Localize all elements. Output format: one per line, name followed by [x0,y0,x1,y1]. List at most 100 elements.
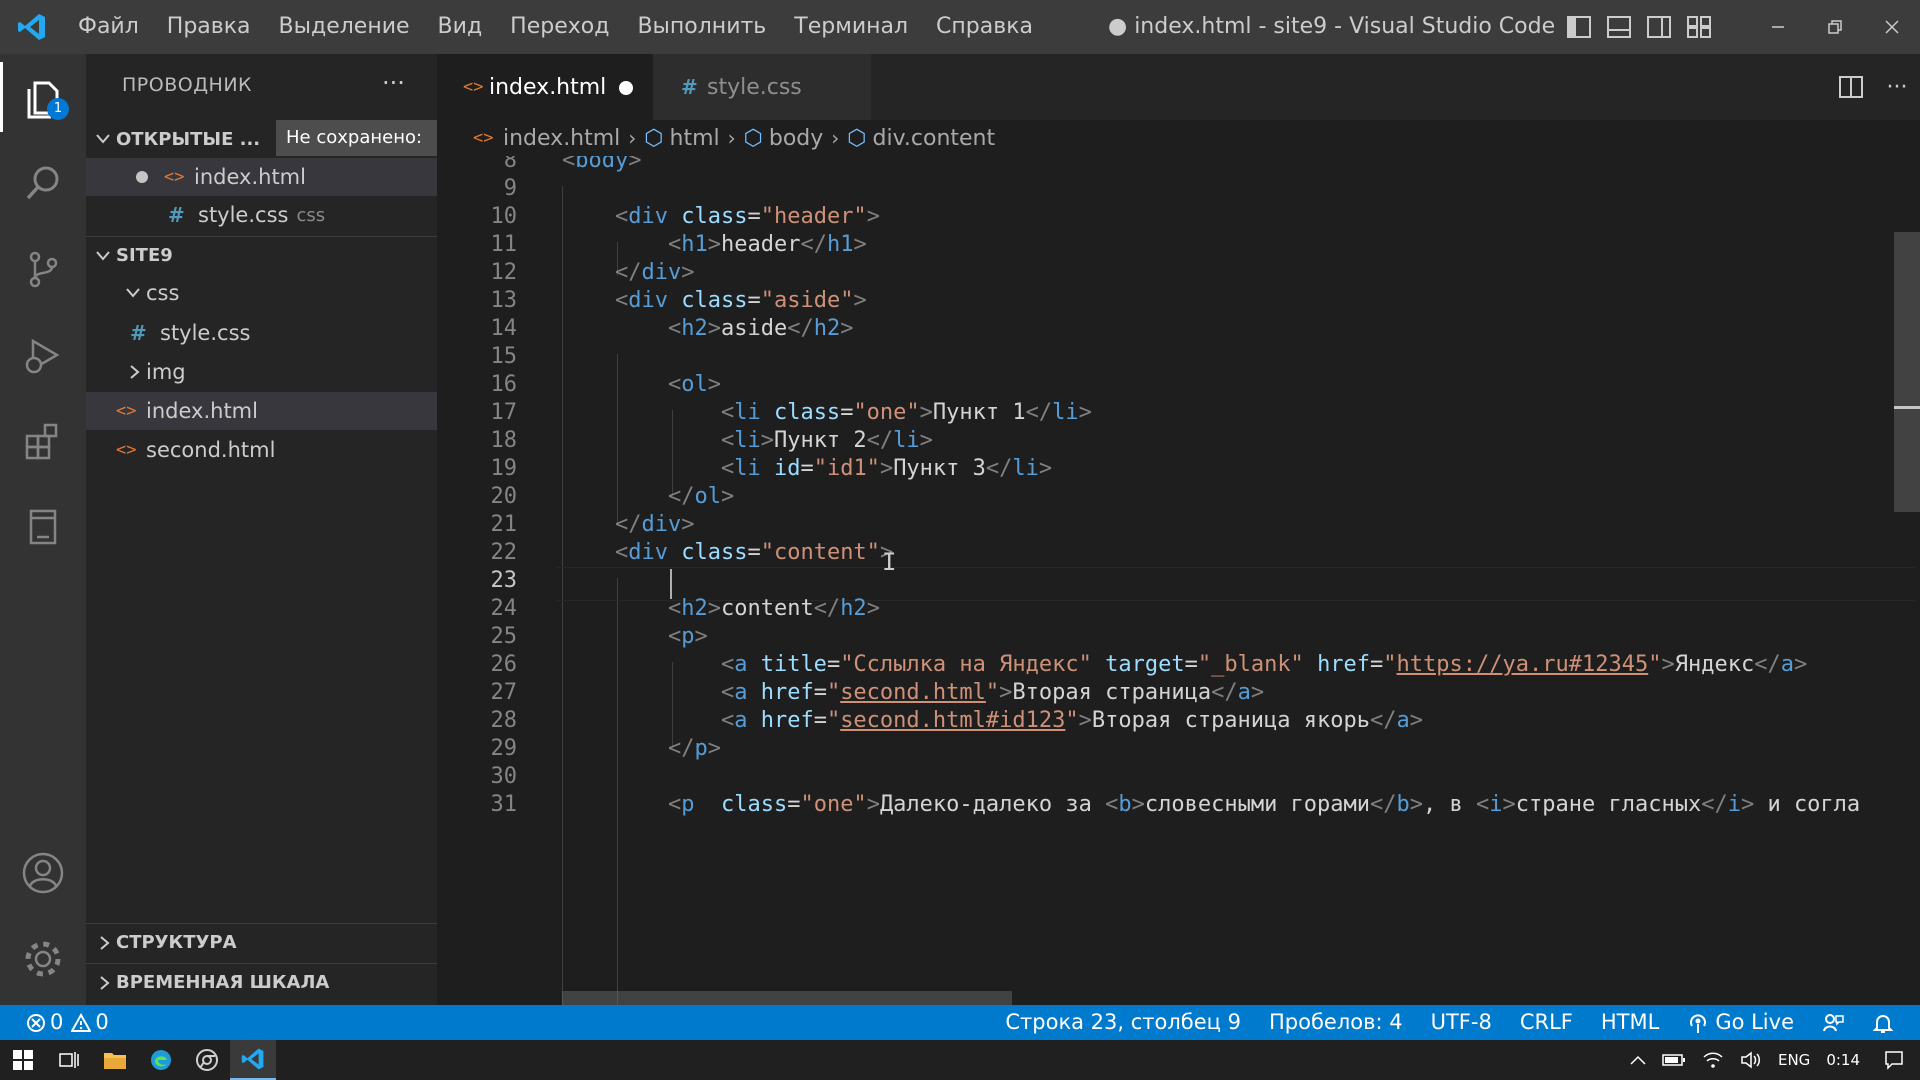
split-editor-icon[interactable] [1828,54,1874,120]
file-index-html[interactable]: <> index.html [86,392,437,430]
edge-browser-icon[interactable] [138,1040,184,1080]
toggle-panel-icon[interactable] [1599,0,1639,54]
windows-start-icon[interactable] [0,1040,46,1080]
element-cube-icon: ⬡ [743,125,763,151]
folder-css[interactable]: css [86,274,437,312]
file-style-css[interactable]: # style.css [86,314,437,352]
menu-run[interactable]: Выполнить [623,7,780,47]
task-view-icon[interactable] [46,1040,92,1080]
close-window-icon[interactable] [1863,0,1920,54]
toggle-secondary-sidebar-icon[interactable] [1639,0,1679,54]
file-label: second.html [146,438,276,462]
code-token: > [853,232,867,257]
extensions-icon[interactable] [0,398,86,484]
menu-go[interactable]: Переход [496,7,623,47]
warning-icon [71,1012,92,1032]
explorer-icon[interactable]: 1 [0,54,86,140]
code-token: = [826,652,841,677]
remote-explorer-icon[interactable] [0,484,86,570]
chrome-browser-icon[interactable] [184,1040,230,1080]
code-token: content [720,596,814,621]
line-endings[interactable]: CRLF [1506,1005,1587,1040]
folder-img[interactable]: img [86,353,437,391]
run-debug-icon[interactable] [0,312,86,398]
open-editors-header[interactable]: ОТКРЫТЫЕ ... Не сохранено: 1 [86,120,437,184]
breadcrumb-item[interactable]: index.html [503,126,620,151]
file-second-html[interactable]: <> second.html [86,431,437,469]
clock[interactable]: 0:14 [1818,1051,1868,1069]
feedback-icon[interactable] [1808,1005,1858,1040]
wifi-icon[interactable] [1694,1051,1732,1069]
notifications-bell-icon[interactable] [1858,1005,1920,1040]
code-token: > [866,792,880,817]
open-editor-item[interactable]: <> index.html [86,158,437,196]
tab-style-css[interactable]: # style.css [653,54,871,120]
battery-icon[interactable] [1654,1053,1694,1067]
outline-header[interactable]: СТРУКТУРА [86,923,437,961]
code-token: "Сслылка на Яндекс" [840,652,1092,677]
search-icon[interactable] [0,140,86,226]
open-editor-item[interactable]: # style.css css [86,196,437,234]
input-language[interactable]: ENG [1770,1051,1818,1069]
text-cursor-icon: I [882,548,897,576]
tray-overflow-icon[interactable] [1622,1055,1654,1065]
menu-selection[interactable]: Выделение [265,7,424,47]
tab-index-html[interactable]: <> index.html [437,54,653,120]
vertical-scrollbar[interactable] [1894,232,1920,512]
customize-layout-icon[interactable] [1679,0,1719,54]
code-editor[interactable]: 8 <body> 9 10 <div class="header"> 11 <h1>he… [437,156,1920,1005]
code-token: i [1727,792,1741,817]
code-token: </ [787,316,814,341]
restore-icon[interactable] [1806,0,1863,54]
explorer-more-icon[interactable]: ··· [382,54,405,116]
encoding[interactable]: UTF-8 [1417,1005,1506,1040]
code-token: class [681,204,748,229]
menu-file[interactable]: Файл [64,7,153,47]
problems-status[interactable]: 0 0 [0,1005,123,1040]
menu-terminal[interactable]: Терминал [780,7,922,47]
unsaved-dot-icon[interactable] [619,81,633,95]
menu-view[interactable]: Вид [424,7,497,47]
horizontal-scrollbar[interactable] [562,991,1012,1005]
more-actions-icon[interactable]: ··· [1874,54,1920,120]
code-token: = [813,680,827,705]
breadcrumb-item[interactable]: body [769,126,823,151]
code-token: = [800,456,814,481]
code-token: div [628,204,668,229]
timeline-header[interactable]: ВРЕМЕННАЯ ШКАЛА [86,963,437,1001]
accounts-icon[interactable] [0,830,86,916]
file-label: index.html [146,399,258,423]
code-token: " [826,680,841,705]
code-line[interactable]: 31 <p class="one">Далеко-далеко за <b>сл… [437,788,1920,822]
indentation[interactable]: Пробелов: 4 [1255,1005,1417,1040]
breadcrumb-item[interactable]: div.content [873,126,996,151]
go-live-button[interactable]: Go Live [1673,1005,1808,1040]
language-mode[interactable]: HTML [1587,1005,1673,1040]
vscode-taskbar-icon[interactable] [230,1040,276,1080]
menu-help[interactable]: Справка [922,7,1047,47]
code-token: div [641,512,682,537]
volume-icon[interactable] [1732,1051,1770,1069]
code-token: Вторая страница якорь [1091,708,1371,733]
code-token: = [747,540,761,565]
chevron-down-icon [86,134,116,144]
code-token: < [667,792,682,817]
action-center-icon[interactable] [1868,1050,1920,1070]
toggle-primary-sidebar-icon[interactable] [1559,0,1599,54]
cursor-position[interactable]: Строка 23, столбец 9 [991,1005,1255,1040]
code-token: id [773,456,801,481]
code-token: < [667,232,682,257]
menu-edit[interactable]: Правка [153,7,265,47]
project-header[interactable]: SITE9 [86,236,437,274]
minimize-icon[interactable] [1749,0,1806,54]
gear-icon[interactable] [0,916,86,1002]
code-token: href [760,680,814,705]
unsaved-dot-icon[interactable] [136,171,148,183]
code-token: ol [681,372,708,397]
breadcrumb-item[interactable]: html [670,126,720,151]
source-control-icon[interactable] [0,226,86,312]
file-explorer-icon[interactable] [92,1040,138,1080]
chevron-right-icon: › [628,126,637,150]
